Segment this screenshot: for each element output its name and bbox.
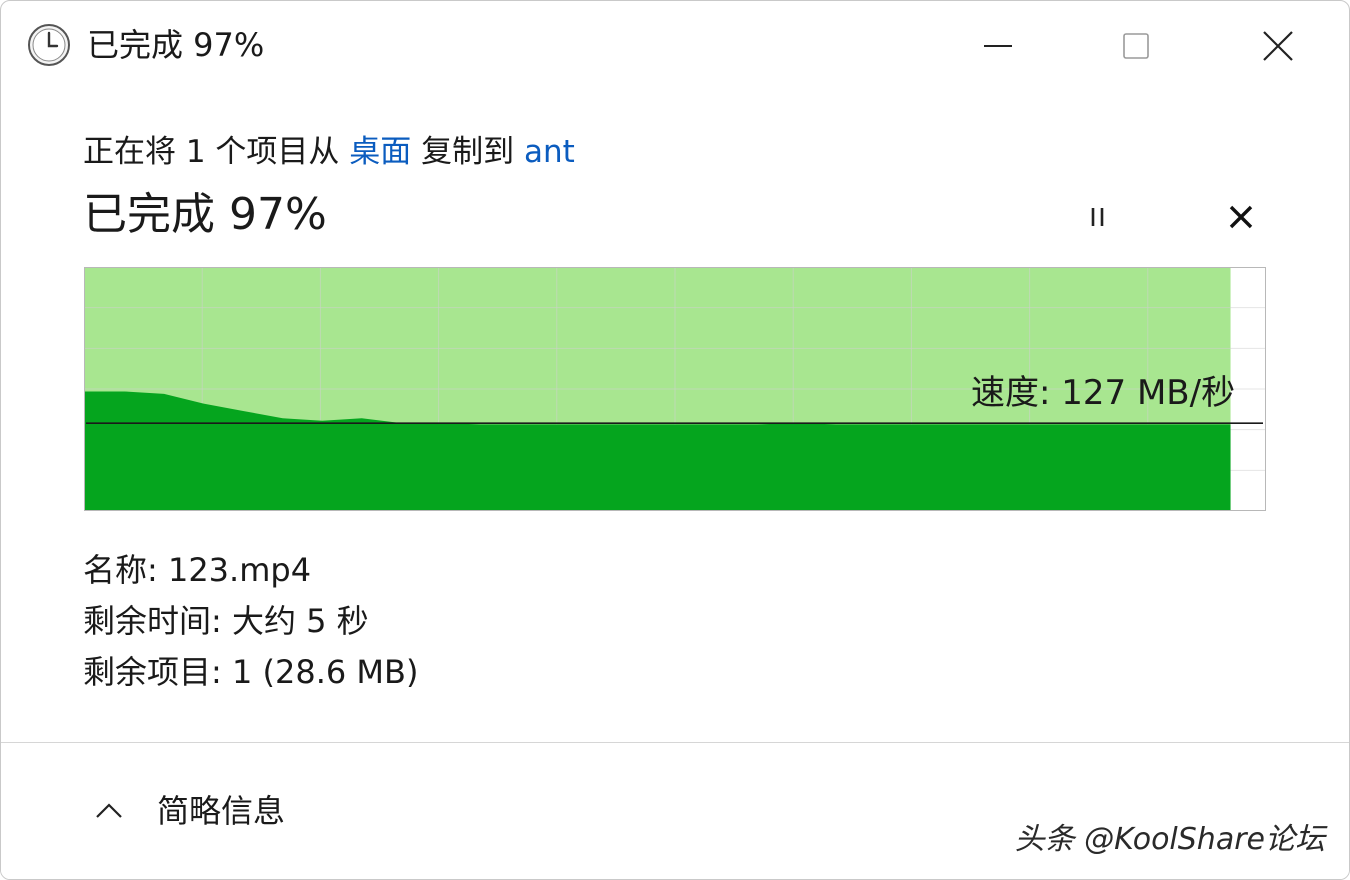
minimize-button[interactable]: [963, 15, 1033, 77]
close-icon: [1263, 31, 1293, 61]
maximize-button[interactable]: [1101, 15, 1171, 77]
progress-heading: 已完成 97%: [83, 189, 327, 240]
copy-prefix-text: 正在将 1 个项目从: [83, 134, 350, 170]
watermark-text: 头条 @KoolShare论坛: [1014, 822, 1325, 857]
cancel-copy-button[interactable]: [1217, 193, 1265, 241]
speed-label: 速度: 127 MB/秒: [971, 373, 1236, 413]
window-title: 已完成 97%: [87, 26, 265, 64]
minimize-icon: [984, 45, 1012, 47]
copy-dialog-window: 已完成 97% 正在将 1 个项目从 桌面 复制到 ant 已完成 97% 速度…: [0, 0, 1350, 880]
fewer-details-label: 简略信息: [157, 792, 286, 830]
clock-icon: [28, 24, 70, 66]
copy-description: 正在将 1 个项目从 桌面 复制到 ant: [83, 131, 575, 173]
pause-icon: [1091, 208, 1104, 226]
chevron-up-icon: [96, 803, 122, 818]
maximize-icon: [1123, 33, 1149, 59]
close-window-button[interactable]: [1243, 15, 1313, 77]
time-remaining-row: 剩余时间: 大约 5 秒: [83, 602, 369, 640]
source-link[interactable]: 桌面: [349, 134, 411, 170]
dialog-footer: 简略信息 头条 @KoolShare论坛: [1, 743, 1349, 879]
fewer-details-button[interactable]: 简略信息: [91, 783, 285, 839]
destination-link[interactable]: ant: [524, 134, 575, 170]
copy-middle-text: 复制到: [411, 134, 525, 170]
pause-button[interactable]: [1073, 193, 1121, 241]
items-remaining-row: 剩余项目: 1 (28.6 MB): [83, 653, 419, 691]
details-panel: 名称: 123.mp4 剩余时间: 大约 5 秒 剩余项目: 1 (28.6 M…: [83, 545, 418, 698]
file-name-row: 名称: 123.mp4: [83, 551, 312, 589]
title-bar[interactable]: 已完成 97%: [1, 1, 1349, 91]
close-icon: [1229, 205, 1253, 229]
